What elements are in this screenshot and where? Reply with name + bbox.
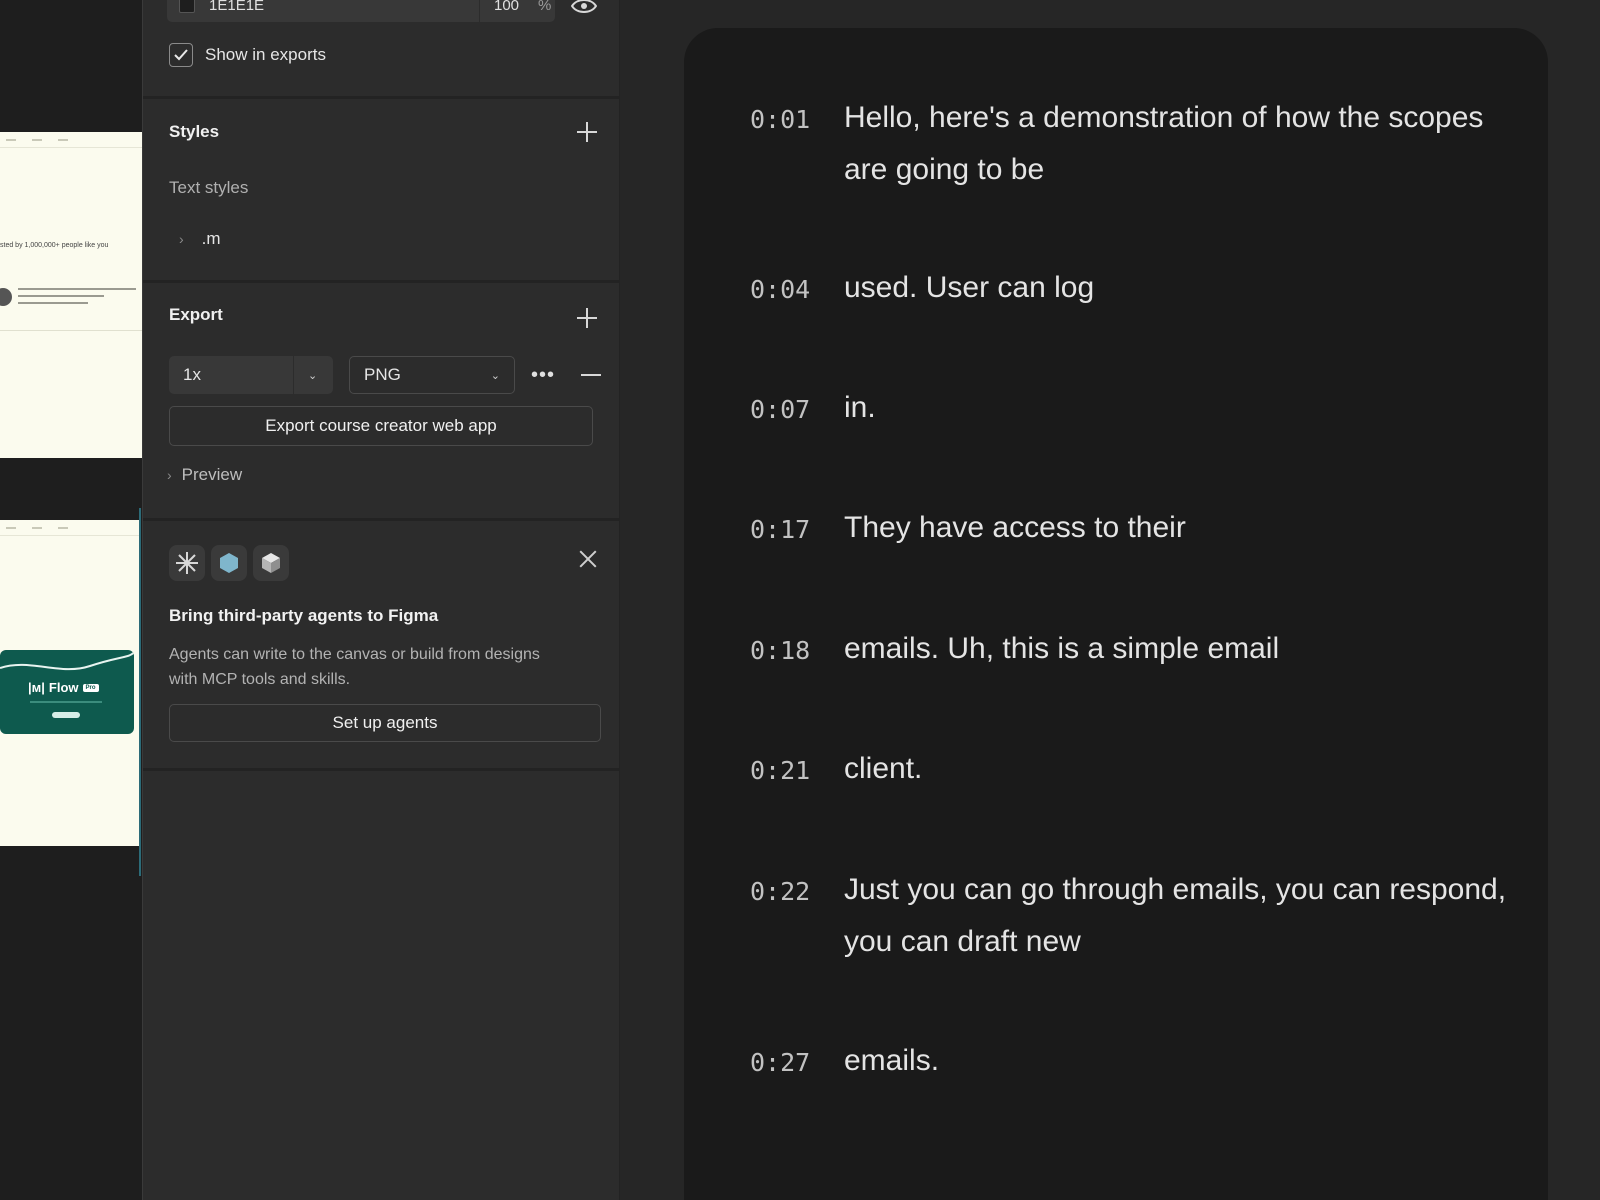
transcript-text: They have access to their <box>844 511 1186 544</box>
transcript-entry[interactable]: 0:01 Hello, here's a demonstration of ho… <box>750 101 1510 196</box>
text-style-name: .m <box>201 229 221 248</box>
transcript-timestamp[interactable]: 0:01 <box>750 102 844 196</box>
canvas-frame-landing[interactable]: sted by 1,000,000+ people like you <box>0 132 142 458</box>
export-scale-value: 1x <box>183 365 201 384</box>
styles-section-title: Styles <box>169 122 220 141</box>
transcript-panel: 0:01 Hello, here's a demonstration of ho… <box>684 28 1548 1200</box>
chevron-right-icon: › <box>167 467 172 483</box>
frame-navbar <box>0 520 140 536</box>
remove-export-minus-icon[interactable] <box>581 374 601 376</box>
selection-edge <box>139 508 141 876</box>
show-in-exports-checkbox[interactable] <box>169 43 193 67</box>
transcript-timestamp[interactable]: 0:21 <box>750 753 844 795</box>
preview-label: Preview <box>181 465 243 484</box>
transcript-timestamp[interactable]: 0:18 <box>750 633 844 675</box>
transcript-entry[interactable]: 0:04 used. User can log <box>750 271 1510 314</box>
add-style-plus-icon[interactable] <box>577 122 597 142</box>
text-styles-label: Text styles <box>169 178 249 197</box>
transcript-text: emails. Uh, this is a simple email <box>844 632 1280 665</box>
starburst-agent-icon <box>169 545 205 581</box>
section-divider <box>143 280 619 283</box>
frame-divider <box>0 330 142 331</box>
show-in-exports-row[interactable]: Show in exports <box>169 43 326 67</box>
fill-opacity-unit: % <box>538 0 552 14</box>
export-scale-select[interactable]: 1x ⌄ <box>169 356 333 394</box>
transcript-entry[interactable]: 0:18 emails. Uh, this is a simple email <box>750 632 1510 675</box>
transcript-text: used. User can log <box>844 271 1095 304</box>
flow-logo: |ᴍ| Flow Pro <box>28 680 99 695</box>
agents-promo-title: Bring third-party agents to Figma <box>169 606 439 625</box>
fill-swatch[interactable] <box>179 0 195 13</box>
transcript-timestamp[interactable]: 0:04 <box>750 272 844 314</box>
show-in-exports-label: Show in exports <box>205 45 326 64</box>
transcript-text: client. <box>844 752 923 785</box>
section-divider <box>143 518 619 521</box>
more-options-icon[interactable]: ••• <box>531 364 555 387</box>
flow-pro-card: |ᴍ| Flow Pro <box>0 650 134 734</box>
text-style-item[interactable]: › .m <box>179 229 221 249</box>
chevron-down-icon: ⌄ <box>490 369 500 382</box>
transcript-text: Hello, here's a demonstration of how the… <box>844 101 1484 186</box>
frame-navbar <box>0 132 142 148</box>
transcript-entry[interactable]: 0:07 in. <box>750 391 1510 434</box>
transcript-entry[interactable]: 0:17 They have access to their <box>750 511 1510 554</box>
fill-input[interactable]: 1E1E1E 100 % <box>167 0 555 22</box>
section-divider <box>143 96 619 99</box>
agent-logos <box>169 545 289 581</box>
frame-trust-text: sted by 1,000,000+ people like you <box>0 242 109 249</box>
transcript-entry[interactable]: 0:22 Just you can go through emails, you… <box>750 873 1510 968</box>
transcript-text: in. <box>844 391 876 424</box>
transcript-text: Just you can go through emails, you can … <box>844 873 1507 958</box>
export-button[interactable]: Export course creator web app <box>169 406 593 446</box>
section-divider <box>143 768 619 771</box>
add-export-plus-icon[interactable] <box>577 308 597 328</box>
properties-panel: 1E1E1E 100 % Show in exports Styles Text… <box>142 0 620 1200</box>
transcript-timestamp[interactable]: 0:17 <box>750 512 844 554</box>
export-format-value: PNG <box>364 365 401 384</box>
transcript-entry[interactable]: 0:21 client. <box>750 752 1510 795</box>
testimonial-avatar <box>0 288 12 306</box>
eye-icon[interactable] <box>571 0 597 14</box>
set-up-agents-button[interactable]: Set up agents <box>169 704 601 742</box>
check-icon <box>174 49 188 61</box>
export-format-select[interactable]: PNG ⌄ <box>349 356 515 394</box>
transcript-text: emails. <box>844 1044 940 1077</box>
fill-row: 1E1E1E 100 % <box>167 0 555 22</box>
hexagon-agent-icon <box>211 545 247 581</box>
close-icon[interactable] <box>579 550 597 568</box>
agents-promo-description: Agents can write to the canvas or build … <box>169 646 540 688</box>
fill-opacity-value[interactable]: 100 <box>494 0 524 14</box>
canvas-frame-pricing[interactable]: |ᴍ| Flow Pro <box>0 520 140 846</box>
canvas-area[interactable]: sted by 1,000,000+ people like you |ᴍ| Fl… <box>0 0 142 1200</box>
transcript-timestamp[interactable]: 0:27 <box>750 1045 844 1087</box>
flow-subtitle-line <box>30 701 102 703</box>
flow-cta-button <box>52 712 80 718</box>
frame-testimonial <box>0 282 142 322</box>
fill-hex-value[interactable]: 1E1E1E <box>209 0 479 14</box>
export-section-title: Export <box>169 305 223 324</box>
preview-toggle[interactable]: › Preview <box>167 465 242 485</box>
cube-agent-icon <box>253 545 289 581</box>
transcript-timestamp[interactable]: 0:07 <box>750 392 844 434</box>
wave-decoration <box>0 651 134 671</box>
chevron-right-icon: › <box>179 231 184 247</box>
transcript-entry[interactable]: 0:27 emails. <box>750 1044 1510 1087</box>
chevron-down-icon: ⌄ <box>308 369 318 382</box>
transcript-timestamp[interactable]: 0:22 <box>750 874 844 968</box>
